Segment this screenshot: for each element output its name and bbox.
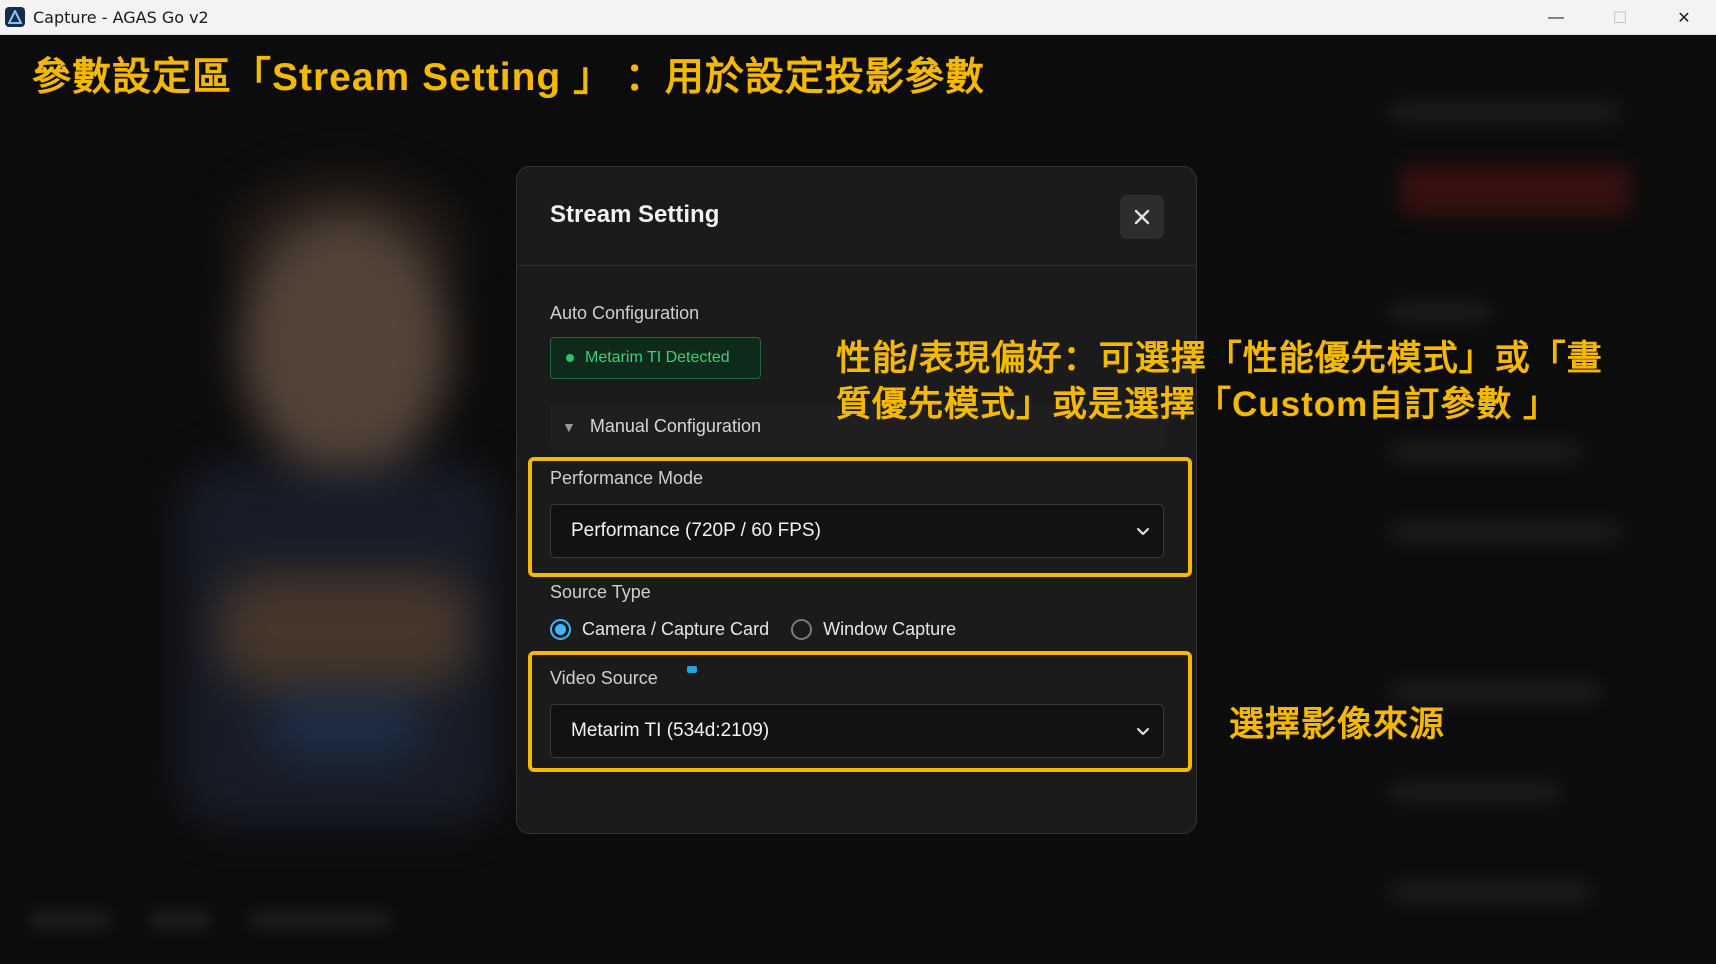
maximize-button[interactable]: ☐ xyxy=(1588,0,1652,35)
app-logo-icon xyxy=(5,7,25,27)
collapse-triangle-icon: ▼ xyxy=(562,418,576,435)
annotation-video-source: 選擇影像來源 xyxy=(1229,705,1446,744)
source-type-label: Source Type xyxy=(550,582,651,602)
preview-image-blurred xyxy=(150,135,530,835)
annotation-performance-line2: 質優先模式」或是選擇「Custom自訂參數 」 xyxy=(836,385,1560,424)
source-type-radio-group: Camera / Capture Card Window Capture xyxy=(550,619,956,640)
sidebar-blurred xyxy=(1370,85,1670,935)
highlight-video-source xyxy=(528,651,1192,772)
annotation-stream-setting: 參數設定區「Stream Setting 」 ：用於設定投影參數 xyxy=(32,56,985,99)
status-dot-icon xyxy=(566,354,574,362)
close-window-button[interactable]: ✕ xyxy=(1652,0,1716,35)
close-dialog-button[interactable] xyxy=(1120,195,1164,239)
dialog-title: Stream Setting xyxy=(550,201,720,228)
dialog-header: Stream Setting xyxy=(517,167,1196,266)
auto-config-label: Auto Configuration xyxy=(550,303,700,323)
window-controls: — ☐ ✕ xyxy=(1524,0,1716,35)
radio-window-capture[interactable] xyxy=(791,619,813,640)
device-detected-badge: Metarim TI Detected xyxy=(550,337,761,379)
annotation-performance: 性能/表現偏好：可選擇「性能優先模式」或「畫 質優先模式」或是選擇「Custom… xyxy=(836,336,1603,428)
badge-text: Metarim TI Detected xyxy=(585,349,730,366)
window-title: Capture - AGAS Go v2 xyxy=(33,7,209,27)
annotation-performance-line1: 性能/表現偏好：可選擇「性能優先模式」或「畫 xyxy=(836,339,1603,378)
radio-camera-capture-card[interactable] xyxy=(550,619,571,640)
close-icon xyxy=(1134,209,1150,225)
manual-config-label: Manual Configuration xyxy=(589,416,761,436)
radio-label-window: Window Capture xyxy=(823,619,957,639)
highlight-performance-mode xyxy=(528,457,1192,577)
window-titlebar: Capture - AGAS Go v2 — ☐ ✕ xyxy=(0,0,1716,35)
minimize-button[interactable]: — xyxy=(1524,0,1588,35)
footer-blurred xyxy=(20,905,420,935)
radio-label-camera: Camera / Capture Card xyxy=(582,619,770,639)
